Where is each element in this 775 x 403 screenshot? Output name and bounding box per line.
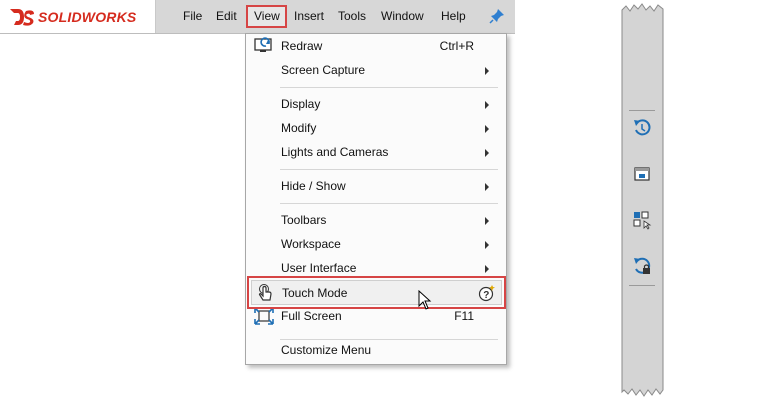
menu-item-screen-capture[interactable]: Screen Capture <box>246 59 506 81</box>
touch-hand-icon <box>258 284 272 301</box>
menu-help[interactable]: Help <box>441 9 466 23</box>
separator <box>629 110 655 111</box>
menu-item-redraw[interactable]: Redraw Ctrl+R <box>246 35 506 57</box>
menu-item-touch-mode[interactable]: Touch Mode ? <box>247 276 506 309</box>
pin-icon[interactable] <box>489 8 505 24</box>
menu-item-label: Lights and Cameras <box>281 145 389 159</box>
submenu-arrow-icon <box>485 183 489 191</box>
submenu-arrow-icon <box>485 241 489 249</box>
menu-item-label: Full Screen <box>281 309 342 323</box>
rotate-view-icon[interactable] <box>632 118 652 138</box>
submenu-arrow-icon <box>485 101 489 109</box>
view-dropdown-menu: Redraw Ctrl+R Screen Capture Display Mod… <box>245 33 507 365</box>
separator <box>629 285 655 286</box>
submenu-arrow-icon <box>485 149 489 157</box>
menu-edit[interactable]: Edit <box>216 9 237 23</box>
menu-item-label: Screen Capture <box>281 63 366 77</box>
shortcut-text: Ctrl+R <box>439 39 474 53</box>
menu-insert[interactable]: Insert <box>294 9 324 23</box>
svg-text:?: ? <box>483 290 489 301</box>
menu-item-customize-menu[interactable]: Customize Menu <box>246 339 506 361</box>
mouse-cursor-icon <box>418 290 432 310</box>
menu-window[interactable]: Window <box>381 9 424 23</box>
redraw-icon <box>254 37 272 52</box>
view-selector-icon[interactable] <box>632 210 652 230</box>
full-screen-icon <box>254 307 274 325</box>
menu-item-label: Hide / Show <box>281 179 346 193</box>
menu-item-hide-show[interactable]: Hide / Show <box>246 175 506 197</box>
menu-item-modify[interactable]: Modify <box>246 117 506 139</box>
menu-item-label: User Interface <box>281 261 357 275</box>
logo-text: SOLIDWORKS <box>38 9 137 25</box>
menu-tools[interactable]: Tools <box>338 9 366 23</box>
menu-item-label: Touch Mode <box>282 286 348 300</box>
menu-item-label: Toolbars <box>281 213 327 227</box>
menu-item-label: Customize Menu <box>281 343 372 357</box>
menu-item-label: Display <box>281 97 321 111</box>
menu-bar: SOLIDWORKS File Edit View Insert Tools W… <box>0 0 515 34</box>
shortcut-text: F11 <box>454 309 474 323</box>
menu-item-workspace[interactable]: Workspace <box>246 233 506 255</box>
submenu-arrow-icon <box>485 125 489 133</box>
help-sparkle-icon[interactable]: ? <box>478 284 496 302</box>
menu-item-display[interactable]: Display <box>246 93 506 115</box>
logo-area: SOLIDWORKS <box>0 0 156 33</box>
submenu-arrow-icon <box>485 265 489 273</box>
menu-item-lights-and-cameras[interactable]: Lights and Cameras <box>246 141 506 163</box>
menu-item-label: Redraw <box>281 39 323 53</box>
torn-strip-background <box>621 3 664 397</box>
separator <box>280 87 498 88</box>
right-toolbar <box>620 0 665 403</box>
menu-item-toolbars[interactable]: Toolbars <box>246 209 506 231</box>
menu-item-label: Workspace <box>281 237 341 251</box>
view-window-icon[interactable] <box>632 165 652 185</box>
separator <box>280 169 498 170</box>
submenu-arrow-icon <box>485 67 489 75</box>
menu-view[interactable]: View <box>254 9 280 23</box>
menu-item-label: Modify <box>281 121 317 135</box>
ds-logo-icon <box>10 9 34 26</box>
submenu-arrow-icon <box>485 217 489 225</box>
locked-rotate-icon[interactable] <box>632 256 652 276</box>
separator <box>280 203 498 204</box>
menu-file[interactable]: File <box>183 9 202 23</box>
